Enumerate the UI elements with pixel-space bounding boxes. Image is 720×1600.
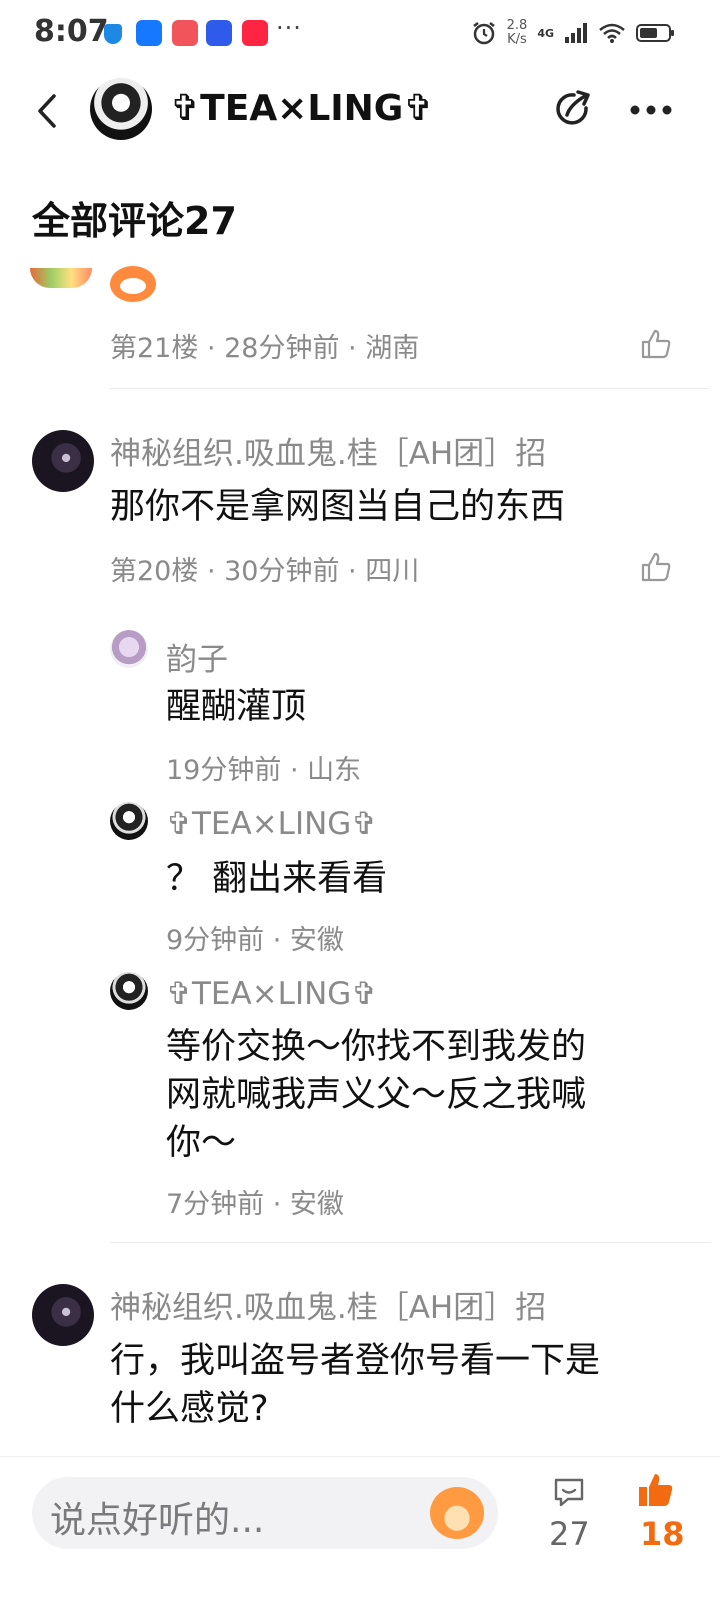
- status-right: 2.8 K/s 4G: [471, 16, 676, 50]
- more-options-icon[interactable]: [630, 104, 672, 116]
- book-app-icon: [172, 20, 198, 46]
- commenter-avatar[interactable]: [32, 430, 94, 492]
- status-bar: 8:07 ··· 2.8 K/s 4G: [0, 0, 720, 68]
- reply-meta: 7分钟前 · 安徽: [166, 1189, 344, 1220]
- crying-sticker-image: [110, 266, 156, 302]
- comment-icon[interactable]: [552, 1475, 586, 1509]
- comment-count[interactable]: 27: [549, 1515, 590, 1553]
- baidu-app-icon: [206, 20, 232, 46]
- comment-input[interactable]: 说点好听的...: [32, 1477, 498, 1549]
- net-speed: 2.8 K/s: [507, 19, 528, 47]
- like-icon[interactable]: [640, 551, 672, 583]
- emoji-picker-icon[interactable]: [430, 1487, 484, 1539]
- reply-meta: 19分钟前 · 山东: [166, 755, 362, 786]
- share-icon[interactable]: [552, 88, 594, 130]
- reply-avatar[interactable]: [110, 972, 148, 1010]
- top-nav: ✞TEA×LING✞: [0, 68, 720, 154]
- comments-section-title: 全部评论27: [32, 199, 237, 243]
- reply-meta: 9分钟前 · 安徽: [166, 925, 344, 956]
- reply-text-line[interactable]: 网就喊我声义父～反之我喊: [166, 1066, 586, 1117]
- like-count[interactable]: 18: [640, 1515, 685, 1553]
- reply-text-line[interactable]: 你～: [166, 1114, 236, 1165]
- reply-author[interactable]: ✞TEA×LING✞: [166, 976, 377, 1012]
- network-type: 4G: [537, 26, 554, 40]
- net-speed-unit: K/s: [507, 32, 527, 47]
- comment-meta: 第20楼 · 30分钟前 · 四川: [110, 556, 420, 587]
- reply-text[interactable]: ？ 翻出来看看: [166, 850, 387, 901]
- author-name[interactable]: ✞TEA×LING✞: [170, 88, 434, 129]
- comment-text-line[interactable]: 行，我叫盗号者登你号看一下是: [110, 1332, 600, 1383]
- reply-avatar[interactable]: [110, 630, 148, 668]
- wifi-icon: [599, 23, 625, 43]
- emoji-image: [30, 268, 92, 288]
- reply-author[interactable]: ✞TEA×LING✞: [166, 806, 377, 842]
- reply-avatar[interactable]: [110, 802, 148, 840]
- bottom-bar: 说点好听的... 27 18: [0, 1456, 720, 1600]
- author-avatar[interactable]: [90, 78, 152, 140]
- alarm-icon: [472, 22, 495, 45]
- divider: [110, 1242, 710, 1243]
- commenter-name[interactable]: 神秘组织.吸血鬼.桂［AH团］招: [110, 428, 546, 473]
- signal-icon: [565, 23, 587, 43]
- comment-text-line[interactable]: 什么感觉?: [110, 1380, 269, 1431]
- comment-input-placeholder: 说点好听的...: [50, 1500, 265, 1541]
- like-filled-icon[interactable]: [636, 1471, 674, 1509]
- battery-icon: [636, 24, 674, 42]
- back-arrow-icon[interactable]: [30, 90, 66, 132]
- xiaohongshu-app-icon: [242, 20, 268, 46]
- reply-text[interactable]: 醒醐灌顶: [166, 678, 306, 729]
- reply-author[interactable]: 韵子: [166, 634, 228, 679]
- divider: [110, 388, 710, 389]
- comment-meta: 第21楼 · 28分钟前 · 湖南: [110, 333, 420, 364]
- clock: 8:07: [34, 14, 109, 49]
- commenter-name[interactable]: 神秘组织.吸血鬼.桂［AH团］招: [110, 1282, 546, 1327]
- commenter-avatar[interactable]: [32, 1284, 94, 1346]
- net-speed-value: 2.8: [506, 18, 528, 33]
- comment-text[interactable]: 那你不是拿网图当自己的东西: [110, 478, 565, 529]
- alipay-app-icon: [136, 20, 162, 46]
- reply-text-line[interactable]: 等价交换～你找不到我发的: [166, 1018, 586, 1069]
- shield-app-icon: [104, 24, 122, 44]
- like-icon[interactable]: [640, 328, 672, 360]
- more-notifications-icon: ···: [276, 14, 302, 42]
